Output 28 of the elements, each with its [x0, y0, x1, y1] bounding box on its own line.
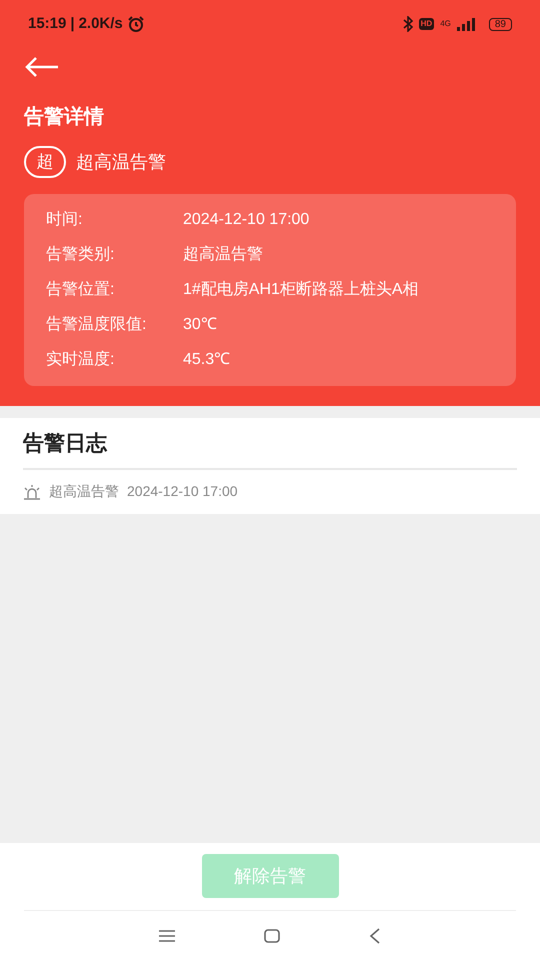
alarm-level-badge: 超 [24, 146, 66, 178]
detail-value: 45.3℃ [183, 350, 230, 370]
network-type: 4G [440, 20, 451, 28]
alarm-clock-icon [126, 16, 145, 32]
detail-label: 告警位置: [46, 280, 116, 300]
log-entry-time: 2024-12-10 17:00 [127, 482, 238, 501]
alarm-light-icon [23, 484, 41, 500]
home-icon[interactable] [264, 928, 280, 942]
detail-value: 超高温告警 [183, 244, 263, 265]
battery-indicator: 89 [488, 18, 512, 30]
page-title: 告警详情 [24, 104, 105, 130]
hd-badge: HD [418, 18, 434, 30]
log-entry-name: 超高温告警 [49, 482, 119, 501]
menu-icon[interactable] [158, 930, 175, 942]
bluetooth-icon [402, 16, 413, 32]
log-title: 告警日志 [23, 418, 517, 470]
detail-label: 时间: [46, 210, 84, 230]
back-icon[interactable] [369, 928, 382, 944]
status-time: 15:19 [28, 14, 66, 34]
detail-value: 1#配电房AH1柜断路器上桩头A相 [183, 280, 419, 300]
detail-label: 告警温度限值: [46, 314, 148, 335]
status-separator: | [70, 14, 75, 34]
alarm-name: 超高温告警 [76, 150, 166, 174]
network-speed: 2.0K/s [78, 14, 123, 34]
detail-value: 30℃ [183, 315, 217, 335]
detail-value: 2024-12-10 17:00 [183, 210, 310, 230]
detail-label: 告警类别: [46, 244, 116, 265]
detail-label: 实时温度: [46, 350, 116, 370]
